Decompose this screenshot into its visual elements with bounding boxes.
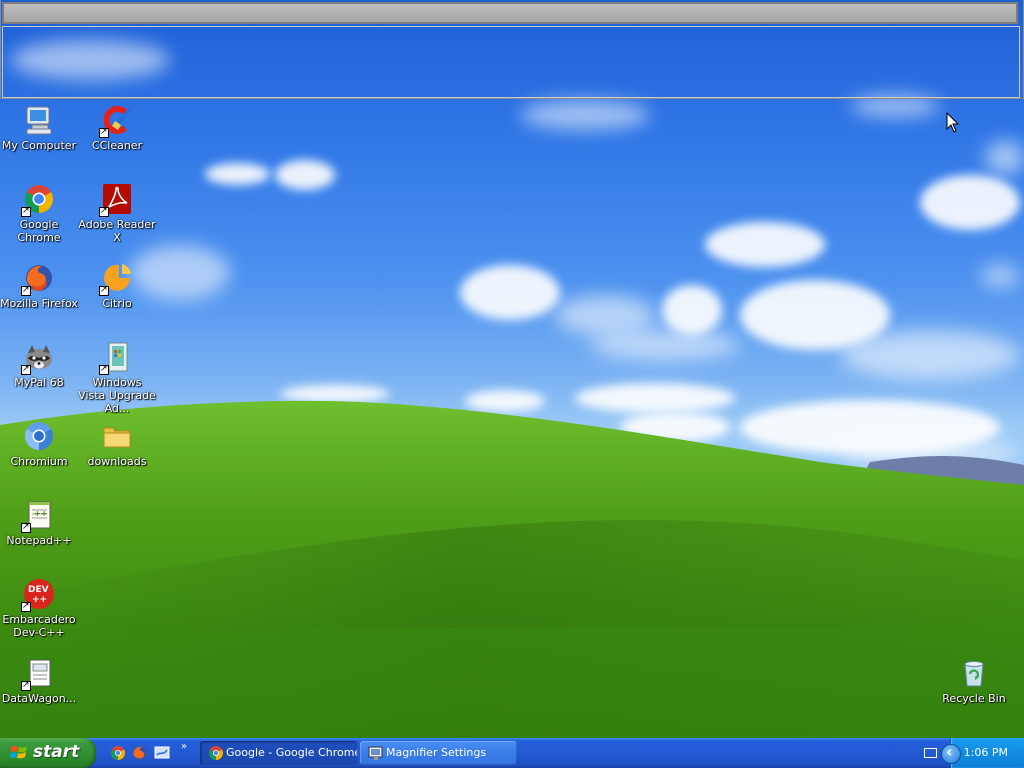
desktop-icon-google-chrome[interactable]: Google Chrome [0,183,78,244]
shortcut-arrow-icon [99,205,109,217]
taskbar-item-magnifier-settings[interactable]: Magnifier Settings [360,741,517,765]
start-label: start [33,742,80,762]
desktop-icon-label: Citrio [102,297,132,310]
desktop-icon-devcpp[interactable]: DEV ++ Embarcadero Dev-C++ [0,578,78,639]
desktop-icon-label: Recycle Bin [942,692,1006,705]
recycle-bin-icon [958,657,990,689]
desktop-icon-label: Mozilla Firefox [0,297,78,310]
magnifier-window[interactable] [0,0,1024,102]
desktop-icon-label: Embarcadero Dev-C++ [2,613,76,639]
desktop-icon-label: downloads [87,455,147,468]
chromium-icon [23,420,55,452]
chrome-icon [21,183,55,217]
desktop-icon-label: Notepad++ [6,534,72,547]
shortcut-arrow-icon [99,284,109,296]
show-hidden-icons-button[interactable] [941,742,961,764]
shortcut-arrow-icon [21,363,31,375]
desktop-icon-label: CCleaner [91,139,143,152]
chrome-icon [209,746,223,760]
taskbar: start » Google - Google Chrome Magnifier… [0,738,1024,768]
system-tray: 1:06 PM [941,738,1024,768]
desktop-icon-chromium[interactable]: Chromium [0,420,78,468]
start-button[interactable]: start [0,738,96,768]
keyboard-tray-icon[interactable] [924,748,937,758]
desktop-icon-citrio[interactable]: Citrio [78,262,156,310]
desktop-icon-label: MyPal 68 [14,376,64,389]
desktop-icon-label: DataWagon... [1,692,77,705]
desktop-icon-label: Adobe Reader X [78,218,156,244]
svg-text:DEV: DEV [28,585,49,595]
magnifier-icon [368,746,383,760]
taskbar-item-label: Magnifier Settings [386,746,487,759]
mypal-icon [21,341,55,375]
taskbar-item-label: Google - Google Chrome [226,746,357,759]
desktop-icon-ccleaner[interactable]: CCleaner [78,104,156,152]
folder-icon [101,420,133,452]
magnifier-title-bar[interactable] [2,2,1018,24]
adobe-reader-icon [99,183,133,217]
ccleaner-icon [99,104,133,138]
clock[interactable]: 1:06 PM [964,746,1008,759]
desktop-icon-notepadpp[interactable]: ++ Notepad++ [0,499,78,547]
desktop-icon-mypal[interactable]: MyPal 68 [0,341,78,389]
quicklaunch-chrome-icon[interactable] [110,745,126,761]
desktop-icon-label: My Computer [1,139,77,152]
taskbar-item-google-chrome[interactable]: Google - Google Chrome [200,741,357,765]
desktop-icon-recycle-bin[interactable]: Recycle Bin [935,657,1013,705]
quicklaunch-more-button[interactable]: » [181,741,187,752]
mouse-pointer-icon [946,112,960,133]
desktop-icon-adobe-reader[interactable]: Adobe Reader X [78,183,156,244]
desktop-icon-label: Google Chrome [17,218,61,244]
shortcut-arrow-icon [21,205,31,217]
datawagon-icon [21,657,55,691]
shortcut-arrow-icon [99,126,109,138]
vista-upgrade-icon [99,341,133,375]
firefox-icon [21,262,55,296]
svg-text:++: ++ [34,509,47,518]
notepadpp-icon: ++ [21,499,55,533]
shortcut-arrow-icon [21,679,31,691]
shortcut-arrow-icon [21,600,31,612]
shortcut-arrow-icon [21,521,31,533]
desktop-icon-datawagon[interactable]: DataWagon... [0,657,78,705]
desktop-icon-label: Chromium [10,455,68,468]
desktop-icon-vista-upgrade[interactable]: Windows Vista Upgrade Ad... [78,341,156,415]
shortcut-arrow-icon [21,284,31,296]
citrio-icon [99,262,133,296]
desktop-icon-mozilla-firefox[interactable]: Mozilla Firefox [0,262,78,310]
desktop-icon-label: Windows Vista Upgrade Ad... [78,376,156,415]
shortcut-arrow-icon [99,363,109,375]
magnifier-view [2,26,1020,98]
quicklaunch-firefox-icon[interactable] [132,745,148,761]
devcpp-icon: DEV ++ [21,578,55,612]
windows-flag-icon [10,745,27,759]
svg-text:++: ++ [32,595,47,605]
desktop-icon-my-computer[interactable]: My Computer [0,104,78,152]
my-computer-icon [23,104,55,136]
quicklaunch-show-desktop-icon[interactable] [154,745,170,761]
desktop-icon-downloads[interactable]: downloads [78,420,156,468]
